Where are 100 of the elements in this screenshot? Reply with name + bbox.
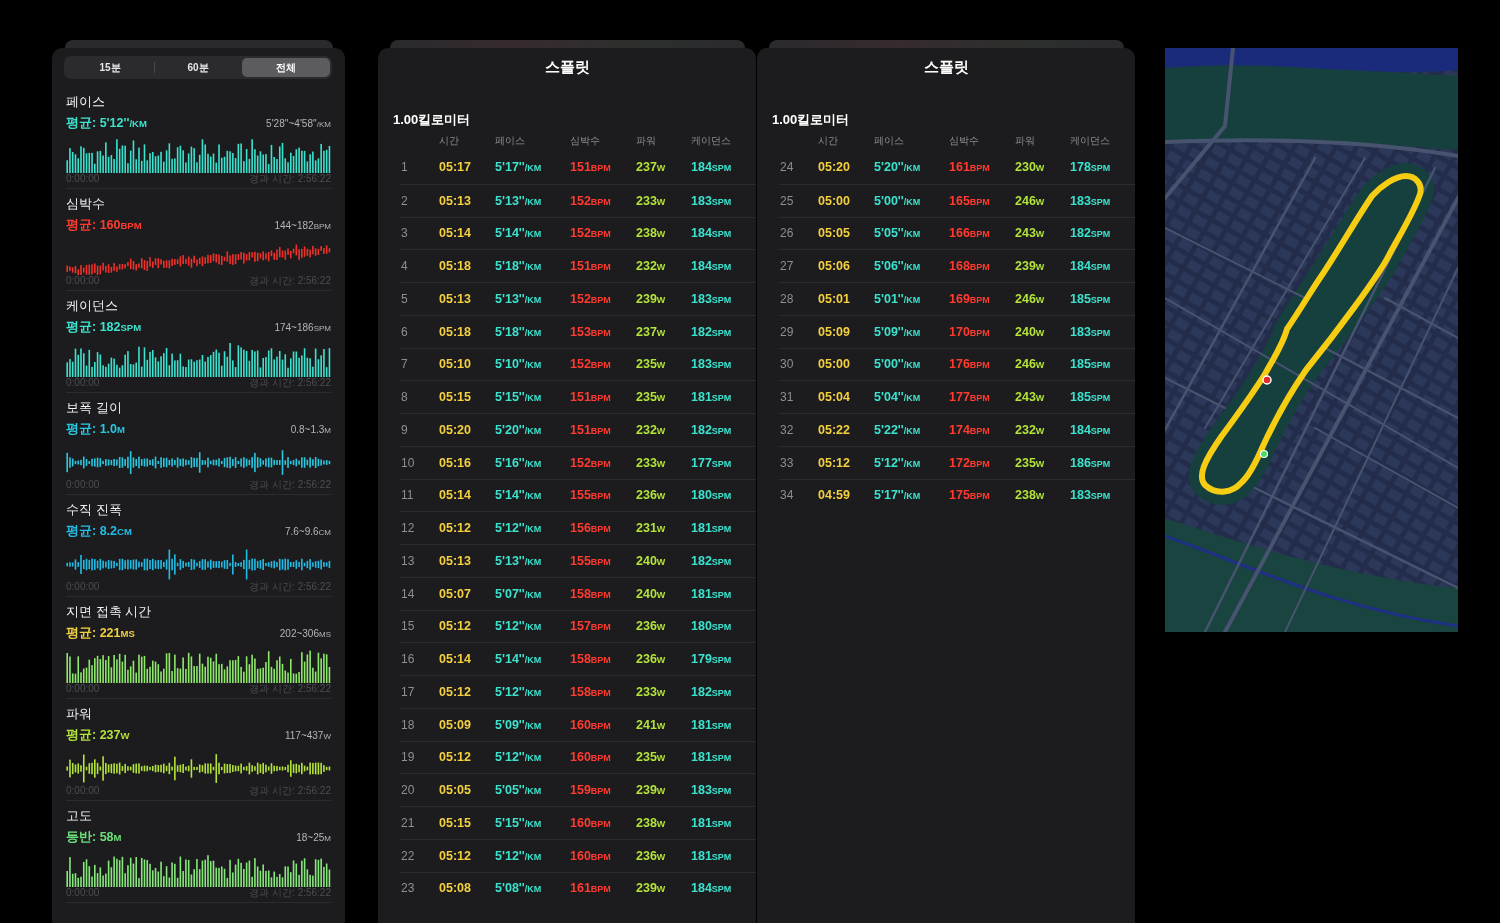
table-cell: 231W — [636, 521, 666, 536]
table-cell: 237W — [636, 160, 666, 175]
table-cell: 246W — [1015, 193, 1045, 208]
panel-title: 스플릿 — [543, 58, 591, 76]
table-cell: 184SPM — [691, 160, 732, 175]
column-header: 케이던스 — [1070, 135, 1110, 147]
row-number: 9 — [400, 422, 409, 437]
row-number: 18 — [400, 717, 416, 732]
table-cell: 238W — [1015, 488, 1045, 503]
column-header: 시간 — [439, 135, 459, 147]
table-cell: 5'12''/KM — [495, 684, 542, 699]
column-header: 케이던스 — [691, 135, 731, 147]
table-cell: 183SPM — [1070, 193, 1111, 208]
table-cell: 236W — [636, 652, 666, 667]
table-cell: 5'17''/KM — [874, 488, 921, 503]
table-cell: 185SPM — [1070, 357, 1111, 372]
row-number: 5 — [400, 291, 409, 306]
table-cell: 05:12 — [439, 750, 471, 765]
row-number: 4 — [400, 259, 409, 274]
column-header: 시간 — [818, 135, 838, 147]
table-cell: 160BPM — [570, 848, 611, 863]
table-cell: 5'12''/KM — [874, 455, 921, 470]
table-cell: 05:00 — [818, 193, 850, 208]
table-cell: 5'16''/KM — [495, 455, 542, 470]
table-cell: 5'06''/KM — [874, 259, 921, 274]
table-cell: 5'09''/KM — [874, 324, 921, 339]
table-cell: 238W — [636, 226, 666, 241]
table-cell: 179SPM — [691, 652, 732, 667]
table-cell: 236W — [636, 848, 666, 863]
row-number: 3 — [400, 226, 409, 241]
range-tab[interactable]: 전체 — [242, 58, 330, 77]
table-cell: 5'01''/KM — [874, 291, 921, 306]
table-cell: 230W — [1015, 160, 1045, 175]
column-header: 심박수 — [570, 135, 600, 147]
table-cell: 180SPM — [691, 488, 732, 503]
metric-average: 평균: 237W — [66, 726, 130, 744]
table-cell: 182SPM — [691, 553, 732, 568]
table-cell: 174BPM — [949, 422, 990, 437]
table-cell: 160BPM — [570, 750, 611, 765]
table-cell: 5'17''/KM — [495, 160, 542, 175]
table-cell: 5'04''/KM — [874, 390, 921, 405]
table-cell: 184SPM — [691, 226, 732, 241]
table-cell: 157BPM — [570, 619, 611, 634]
row-number: 28 — [779, 291, 795, 306]
table-cell: 5'20''/KM — [495, 422, 542, 437]
table-cell: 183SPM — [691, 291, 732, 306]
table-cell: 05:16 — [439, 455, 471, 470]
table-cell: 184SPM — [1070, 259, 1111, 274]
row-number: 14 — [400, 586, 416, 601]
row-number: 25 — [779, 193, 795, 208]
table-cell: 152BPM — [570, 455, 611, 470]
row-number: 31 — [779, 390, 795, 405]
column-header: 파워 — [1015, 135, 1035, 147]
table-cell: 5'13''/KM — [495, 291, 542, 306]
table-cell: 5'12''/KM — [495, 619, 542, 634]
table-cell: 172BPM — [949, 455, 990, 470]
table-cell: 235W — [636, 750, 666, 765]
table-cell: 5'13''/KM — [495, 553, 542, 568]
table-cell: 185SPM — [1070, 390, 1111, 405]
metric-range: 7.6~9.6CM — [284, 524, 331, 539]
metric-title: 심박수 — [66, 196, 106, 212]
table-cell: 5'22''/KM — [874, 422, 921, 437]
table-cell: 05:12 — [818, 455, 850, 470]
table-cell: 5'14''/KM — [495, 226, 542, 241]
row-number: 20 — [400, 783, 416, 798]
row-number: 16 — [400, 652, 416, 667]
row-number: 12 — [400, 521, 416, 536]
metric-average: 평균: 221MS — [66, 624, 135, 642]
table-cell: 183SPM — [691, 193, 732, 208]
table-cell: 05:06 — [818, 259, 850, 274]
panel-title: 스플릿 — [922, 58, 970, 76]
table-cell: 232W — [1015, 422, 1045, 437]
range-tab[interactable]: 60분 — [154, 58, 242, 77]
table-cell: 235W — [1015, 455, 1045, 470]
table-cell: 184SPM — [691, 259, 732, 274]
column-header: 페이스 — [874, 135, 904, 147]
table-cell: 181SPM — [691, 717, 732, 732]
table-cell: 236W — [636, 488, 666, 503]
table-cell: 170BPM — [949, 324, 990, 339]
table-cell: 5'09''/KM — [495, 717, 542, 732]
range-tab[interactable]: 15분 — [66, 58, 154, 77]
table-cell: 05:14 — [439, 488, 471, 503]
table-cell: 159BPM — [570, 783, 611, 798]
table-cell: 151BPM — [570, 422, 611, 437]
table-cell: 5'12''/KM — [495, 848, 542, 863]
row-number: 1 — [400, 160, 409, 175]
table-cell: 05:17 — [439, 160, 471, 175]
table-cell: 05:08 — [439, 881, 471, 896]
row-number: 26 — [779, 226, 795, 241]
row-number: 6 — [400, 324, 409, 339]
row-number: 11 — [400, 488, 415, 503]
row-number: 13 — [400, 553, 416, 568]
table-cell: 5'12''/KM — [495, 521, 542, 536]
table-cell: 05:05 — [439, 783, 471, 798]
table-cell: 183SPM — [1070, 324, 1111, 339]
row-number: 27 — [779, 259, 795, 274]
row-number: 32 — [779, 422, 795, 437]
table-cell: 5'10''/KM — [495, 357, 542, 372]
table-cell: 233W — [636, 684, 666, 699]
table-cell: 158BPM — [570, 652, 611, 667]
